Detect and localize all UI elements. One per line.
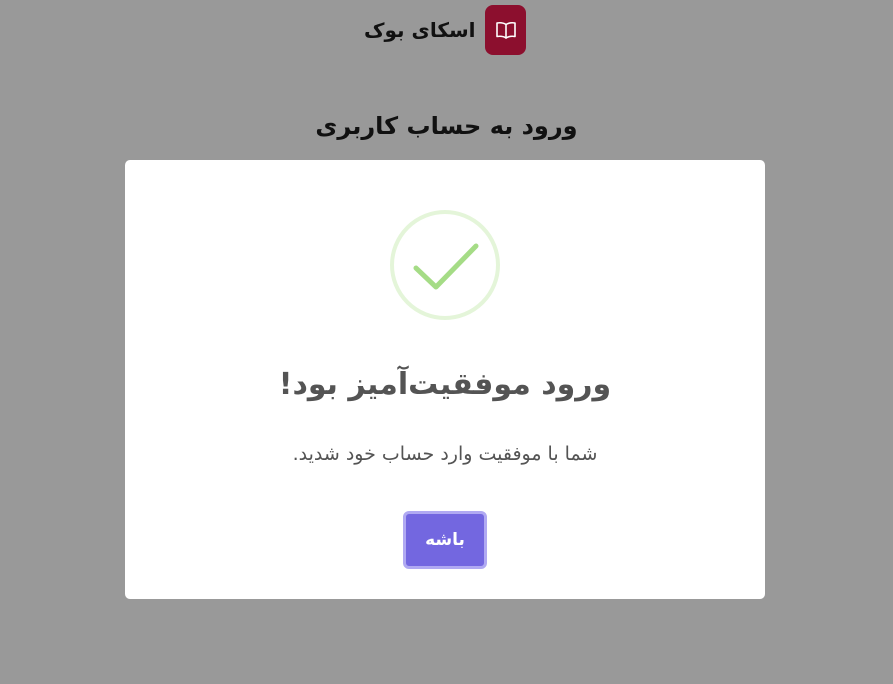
success-dialog: ورود موفقیت‌آمیز بود! شما با موفقیت وارد… <box>125 160 765 599</box>
brand-logo <box>485 5 526 55</box>
dialog-message: شما با موفقیت وارد حساب خود شدید. <box>292 443 598 465</box>
open-book-icon <box>495 21 516 39</box>
page-title: ورود به حساب کاربری <box>315 112 578 140</box>
confirm-button[interactable]: باشه <box>403 511 487 569</box>
dialog-title: ورود موفقیت‌آمیز بود! <box>278 367 612 402</box>
login-page: اسکای بوک ورود به حساب کاربری ورود موفقی… <box>0 0 893 684</box>
success-check-icon <box>390 210 500 320</box>
brand[interactable]: اسکای بوک <box>364 5 526 55</box>
brand-name: اسکای بوک <box>364 18 476 42</box>
